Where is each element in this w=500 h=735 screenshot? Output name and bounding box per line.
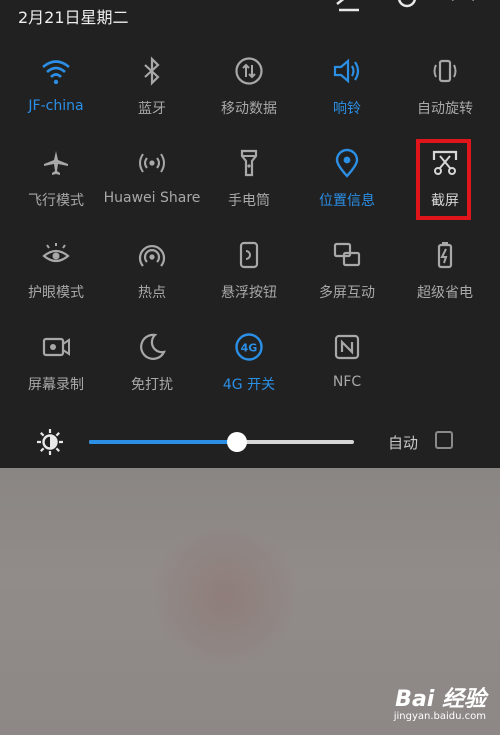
tile-label: 热点 <box>138 285 166 301</box>
tile-label: 护眼模式 <box>28 285 84 301</box>
collapse-icon[interactable] <box>448 0 478 14</box>
tile-floating-button[interactable]: 悬浮按钮 <box>199 232 299 324</box>
auto-brightness-checkbox[interactable] <box>435 431 453 449</box>
eye-comfort-icon <box>42 243 70 263</box>
tile-bluetooth[interactable]: 蓝牙 <box>102 48 202 140</box>
hotspot-icon <box>138 244 166 267</box>
tile-airplane[interactable]: 飞行模式 <box>6 140 106 232</box>
4g-icon: 4G <box>235 333 263 361</box>
tile-label: JF-china <box>28 98 84 114</box>
brightness-row: 自动 <box>0 420 500 464</box>
tile-label: 位置信息 <box>319 193 375 209</box>
do-not-disturb-icon <box>140 333 166 360</box>
tile-auto-rotate[interactable]: 自动旋转 <box>395 48 495 140</box>
tile-wifi[interactable]: JF-china <box>6 48 106 140</box>
tile-label: 多屏互动 <box>319 285 375 301</box>
mobile-data-icon <box>235 57 263 85</box>
tile-battery-saver[interactable]: 超级省电 <box>395 232 495 324</box>
date-text: 2月21日星期二 <box>18 8 129 27</box>
tile-label: 4G 开关 <box>222 377 276 393</box>
floating-button-icon <box>239 241 259 269</box>
battery-saver-icon <box>437 242 453 269</box>
quick-settings-panel: 2月21日星期二 JF-china 蓝牙 移动数据 响铃 自动旋转 飞行模式 H… <box>0 0 500 468</box>
tile-hotspot[interactable]: 热点 <box>102 232 202 324</box>
tile-label: 移动数据 <box>221 101 277 117</box>
tile-mobile-data[interactable]: 移动数据 <box>199 48 299 140</box>
tile-4g[interactable]: 4G 4G 开关 <box>199 324 299 416</box>
brightness-slider-thumb[interactable] <box>227 432 248 452</box>
brightness-slider-fill <box>89 440 238 444</box>
flashlight-icon <box>240 149 258 177</box>
huawei-share-icon <box>139 153 165 173</box>
screenshot-highlight-box <box>416 139 471 220</box>
tile-label: 屏幕录制 <box>28 377 84 393</box>
tile-label: 免打扰 <box>131 377 173 393</box>
svg-text:4G: 4G <box>241 342 258 355</box>
multi-screen-icon <box>333 242 361 267</box>
watermark-url: jingyan.baidu.com <box>393 711 486 722</box>
location-icon <box>335 148 359 178</box>
airplane-icon <box>44 151 68 175</box>
tile-label: Huawei Share <box>103 190 201 206</box>
brightness-slider[interactable] <box>89 432 354 452</box>
auto-brightness-label: 自动 <box>388 434 419 452</box>
tile-label: 蓝牙 <box>138 101 166 117</box>
nfc-icon <box>334 334 360 360</box>
brightness-icon <box>37 429 63 455</box>
tile-ringer[interactable]: 响铃 <box>297 48 397 140</box>
wifi-icon <box>42 60 70 85</box>
tile-screen-record[interactable]: 屏幕录制 <box>6 324 106 416</box>
tile-label: NFC <box>332 374 362 390</box>
tile-label: 超级省电 <box>417 285 473 301</box>
tile-flashlight[interactable]: 手电筒 <box>199 140 299 232</box>
status-bar: 2月21日星期二 <box>0 0 500 34</box>
tile-label: 自动旋转 <box>417 101 473 117</box>
background-blur-shape <box>150 520 300 670</box>
watermark-logo: Bai 经验 <box>395 687 486 712</box>
tile-label: 悬浮按钮 <box>221 285 277 301</box>
tile-location[interactable]: 位置信息 <box>297 140 397 232</box>
tile-label: 手电筒 <box>228 193 270 209</box>
screen-record-icon <box>42 337 70 357</box>
tile-label: 飞行模式 <box>28 193 84 209</box>
baidu-jingyan-watermark: Bai 经验 jingyan.baidu.com <box>361 681 486 731</box>
bluetooth-icon <box>144 56 160 86</box>
tile-nfc[interactable]: NFC <box>297 324 397 416</box>
auto-rotate-icon <box>433 59 457 83</box>
ringer-icon <box>333 58 360 84</box>
edit-icon[interactable] <box>333 0 363 14</box>
settings-icon[interactable] <box>392 0 422 14</box>
tile-label: 响铃 <box>333 101 361 117</box>
tile-huawei-share[interactable]: Huawei Share <box>102 140 202 232</box>
tile-eye-comfort[interactable]: 护眼模式 <box>6 232 106 324</box>
tile-multi-screen[interactable]: 多屏互动 <box>297 232 397 324</box>
tile-do-not-disturb[interactable]: 免打扰 <box>102 324 202 416</box>
